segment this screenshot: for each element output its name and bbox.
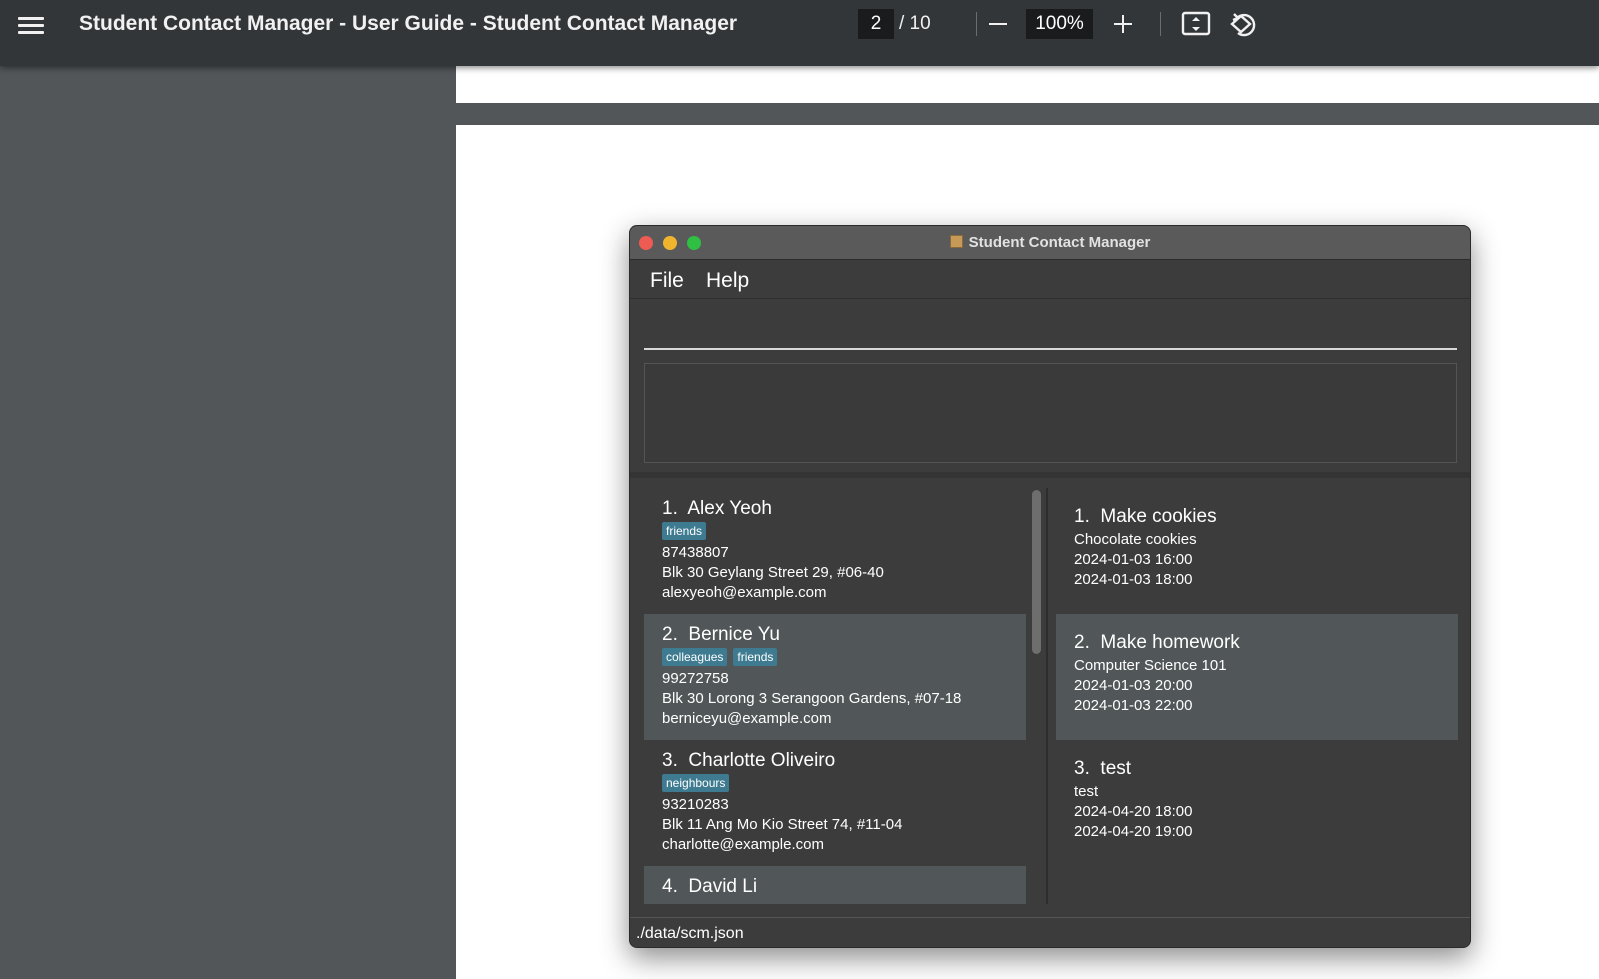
contact-phone: 99272758 — [662, 670, 729, 687]
page-total: / 10 — [899, 13, 931, 34]
app-window-title: Student Contact Manager — [630, 234, 1470, 251]
list-item[interactable]: 1. Make cookies Chocolate cookies 2024-0… — [1056, 488, 1458, 614]
event-list: 1. Make cookies Chocolate cookies 2024-0… — [1056, 488, 1458, 904]
contact-address: Blk 11 Ang Mo Kio Street 74, #11-04 — [662, 816, 903, 833]
event-start: 2024-01-03 20:00 — [1074, 677, 1193, 694]
command-box — [644, 306, 1457, 350]
contact-name: 4. David Li — [662, 876, 758, 897]
tag-badge: friends — [662, 522, 707, 540]
event-start: 2024-01-03 16:00 — [1074, 551, 1193, 568]
panel-divider[interactable] — [1046, 488, 1048, 904]
event-title: 1. Make cookies — [1074, 506, 1217, 527]
contact-list-scrollbar[interactable] — [1028, 488, 1042, 904]
app-title-text: Student Contact Manager — [968, 234, 1151, 251]
contact-email: charlotte@example.com — [662, 836, 824, 853]
list-item[interactable]: 2. Bernice Yu colleagues friends 99272758… — [644, 614, 1026, 740]
contact-name: 2. Bernice Yu — [662, 624, 780, 645]
list-item[interactable]: 1. Alex Yeoh friends 87438807 Blk 30 Gey… — [644, 488, 1026, 614]
contact-address: Blk 30 Geylang Street 29, #06-40 — [662, 564, 884, 581]
page-number-input[interactable]: 2 — [858, 9, 894, 39]
document-title: Student Contact Manager - User Guide - S… — [79, 12, 738, 35]
contact-name: 1. Alex Yeoh — [662, 498, 772, 519]
list-item[interactable]: 3. test test 2024-04-20 18:00 2024-04-20… — [1056, 740, 1458, 866]
event-description: test — [1074, 783, 1099, 800]
result-display — [644, 363, 1457, 463]
event-title: 3. test — [1074, 758, 1132, 779]
zoom-out-button[interactable] — [985, 10, 1011, 38]
list-item[interactable]: 3. Charlotte Oliveiro neighbours 9321028… — [644, 740, 1026, 866]
contact-email: alexyeoh@example.com — [662, 584, 827, 601]
menu-help[interactable]: Help — [706, 269, 749, 293]
event-description: Chocolate cookies — [1074, 531, 1197, 548]
contact-list: 1. Alex Yeoh friends 87438807 Blk 30 Gey… — [644, 488, 1028, 904]
contact-address: Blk 30 Lorong 3 Serangoon Gardens, #07-1… — [662, 690, 962, 707]
event-end: 2024-04-20 19:00 — [1074, 823, 1193, 840]
contact-email: berniceyu@example.com — [662, 710, 832, 727]
contact-name: 3. Charlotte Oliveiro — [662, 750, 836, 771]
zoom-in-button[interactable] — [1110, 10, 1136, 38]
scrollbar-thumb[interactable] — [1032, 490, 1041, 654]
tag-badge: neighbours — [662, 774, 730, 792]
hamburger-menu-icon[interactable] — [16, 14, 46, 38]
contact-phone: 87438807 — [662, 544, 729, 561]
status-bar-path: ./data/scm.json — [630, 917, 1470, 947]
event-title: 2. Make homework — [1074, 632, 1240, 653]
event-end: 2024-01-03 22:00 — [1074, 697, 1193, 714]
zoom-level-input[interactable]: 100% — [1026, 9, 1093, 39]
pdf-toolbar: Student Contact Manager - User Guide - S… — [0, 0, 1599, 66]
app-titlebar: Student Contact Manager — [630, 226, 1470, 260]
list-item[interactable]: 4. David Li — [644, 866, 1026, 904]
event-start: 2024-04-20 18:00 — [1074, 803, 1193, 820]
menu-file[interactable]: File — [650, 269, 684, 293]
section-divider — [630, 472, 1470, 478]
list-item[interactable]: 2. Make homework Computer Science 101 20… — [1056, 614, 1458, 740]
rotate-icon[interactable] — [1229, 9, 1259, 39]
command-input[interactable] — [644, 306, 1457, 350]
event-description: Computer Science 101 — [1074, 657, 1227, 674]
app-window: Student Contact Manager File Help 1. Ale… — [629, 225, 1471, 948]
toolbar-divider — [976, 12, 977, 36]
app-menubar: File Help — [630, 261, 1470, 299]
contact-phone: 93210283 — [662, 796, 729, 813]
tag-badge: friends — [733, 648, 778, 666]
previous-page — [456, 66, 1599, 103]
toolbar-divider — [1160, 12, 1161, 36]
tag-badge: colleagues — [662, 648, 728, 666]
fit-to-page-icon[interactable] — [1181, 10, 1211, 38]
event-end: 2024-01-03 18:00 — [1074, 571, 1193, 588]
app-icon — [949, 235, 963, 248]
